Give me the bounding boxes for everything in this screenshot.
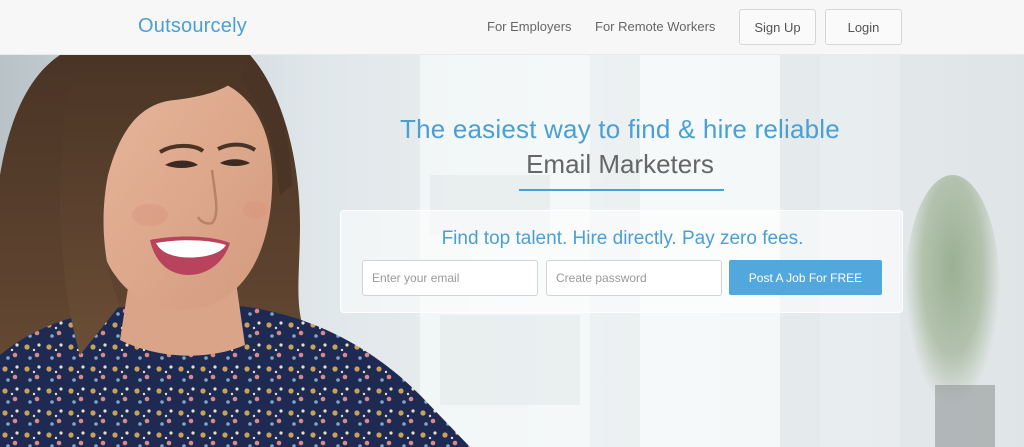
login-button[interactable]: Login [825, 9, 902, 45]
hero-headline: The easiest way to find & hire reliable [400, 114, 840, 144]
nav-link-for-remote-workers[interactable]: For Remote Workers [595, 19, 715, 34]
role-underline [519, 189, 724, 191]
hero-section: The easiest way to find & hire reliable … [0, 55, 1024, 447]
signup-tagline: Find top talent. Hire directly. Pay zero… [441, 228, 804, 249]
background-plant [905, 175, 1000, 405]
post-job-button[interactable]: Post A Job For FREE [729, 260, 882, 295]
site-logo[interactable]: Outsourcely [138, 15, 247, 38]
nav-link-for-employers[interactable]: For Employers [487, 19, 572, 34]
job-post-signup-panel: Find top talent. Hire directly. Pay zero… [340, 210, 903, 313]
email-input[interactable] [362, 260, 538, 296]
background-plant-pot [935, 385, 995, 447]
hero-role-title: Email Marketers [526, 149, 714, 179]
password-input[interactable] [546, 260, 722, 296]
top-navigation-bar: Outsourcely For Employers For Remote Wor… [0, 0, 1024, 55]
sign-up-button[interactable]: Sign Up [739, 9, 816, 45]
